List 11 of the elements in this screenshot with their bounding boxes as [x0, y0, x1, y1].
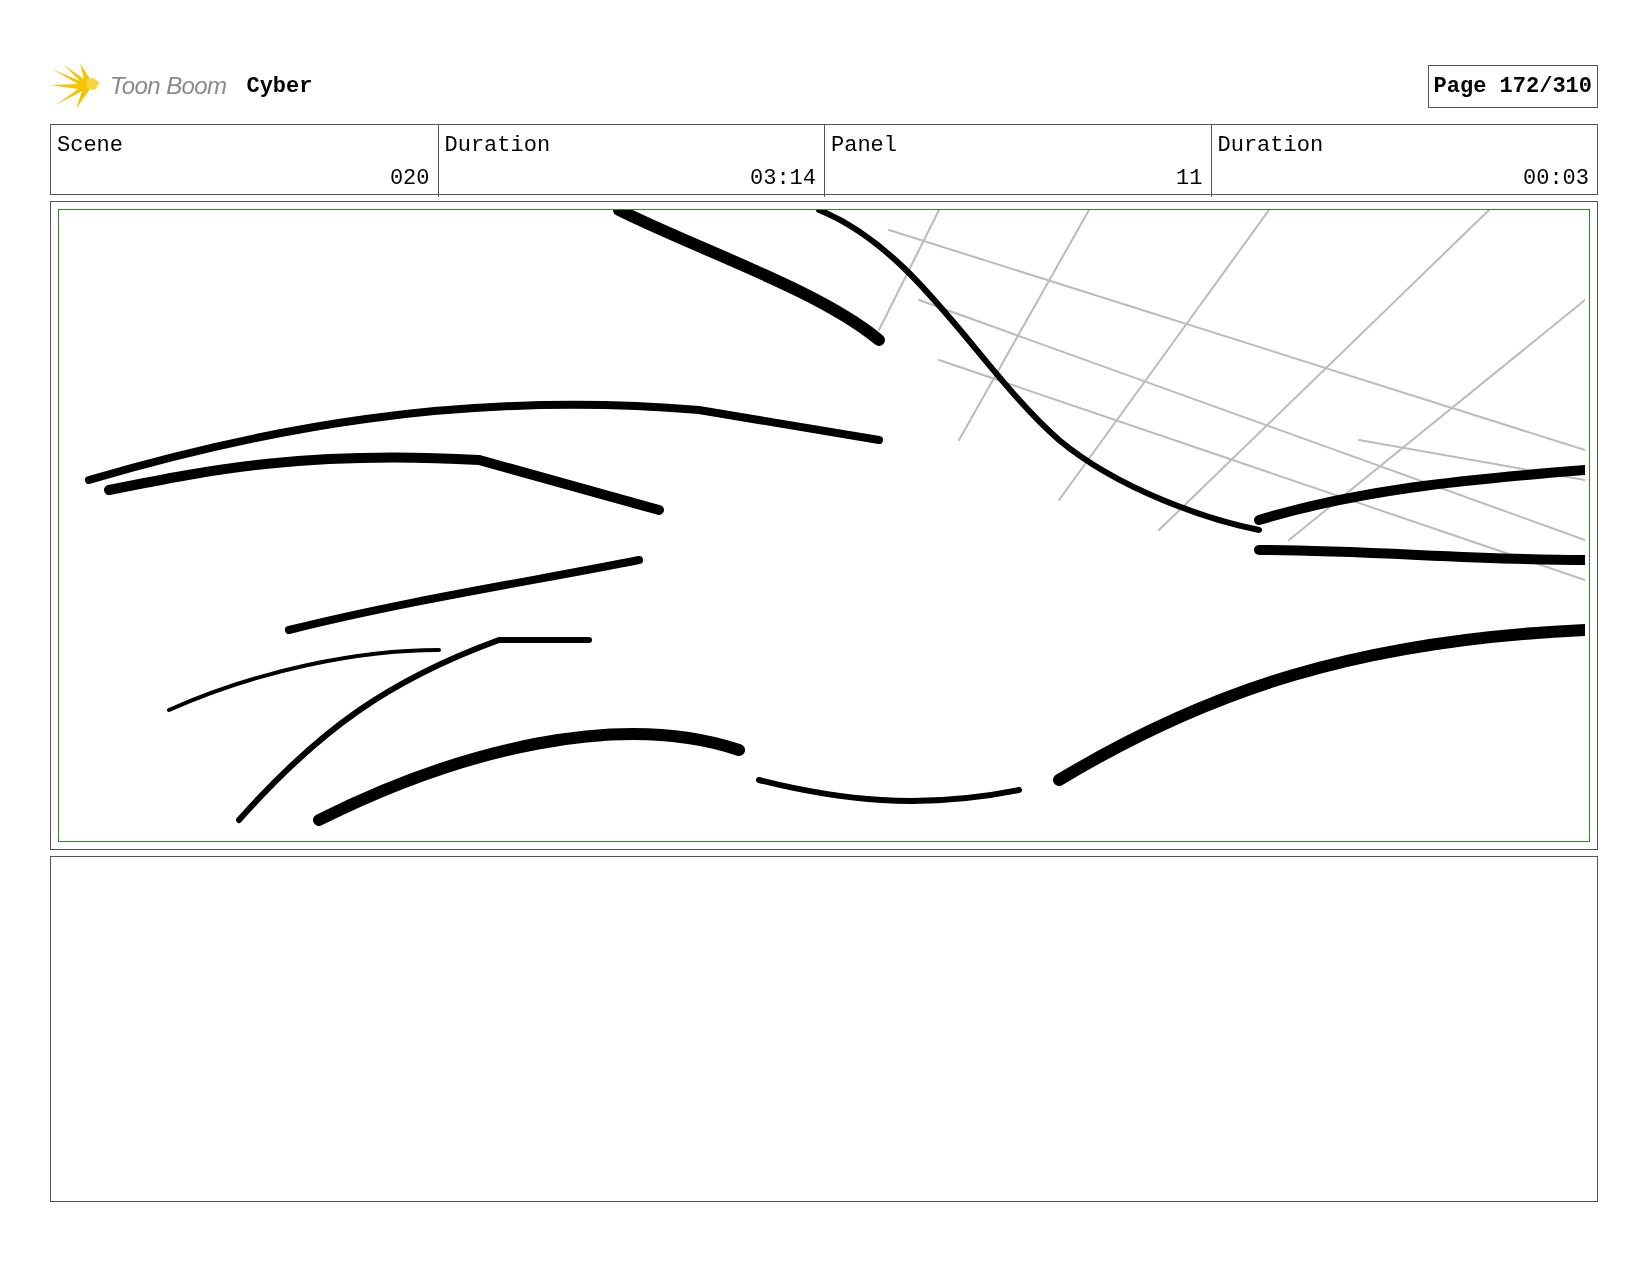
brand-name: Toon Boom — [110, 71, 227, 101]
field-value: 00:03 — [1523, 165, 1589, 193]
field-label: Duration — [444, 132, 551, 160]
page-number: Page 172/310 — [1427, 64, 1598, 108]
project-title: Cyber — [246, 72, 313, 101]
field-label: Scene — [57, 132, 123, 160]
field-label: Panel — [831, 132, 897, 160]
field-label: Duration — [1217, 132, 1324, 160]
field-value: 11 — [1176, 165, 1203, 193]
field-value: 03:14 — [750, 165, 816, 193]
field-value: 020 — [389, 165, 430, 193]
